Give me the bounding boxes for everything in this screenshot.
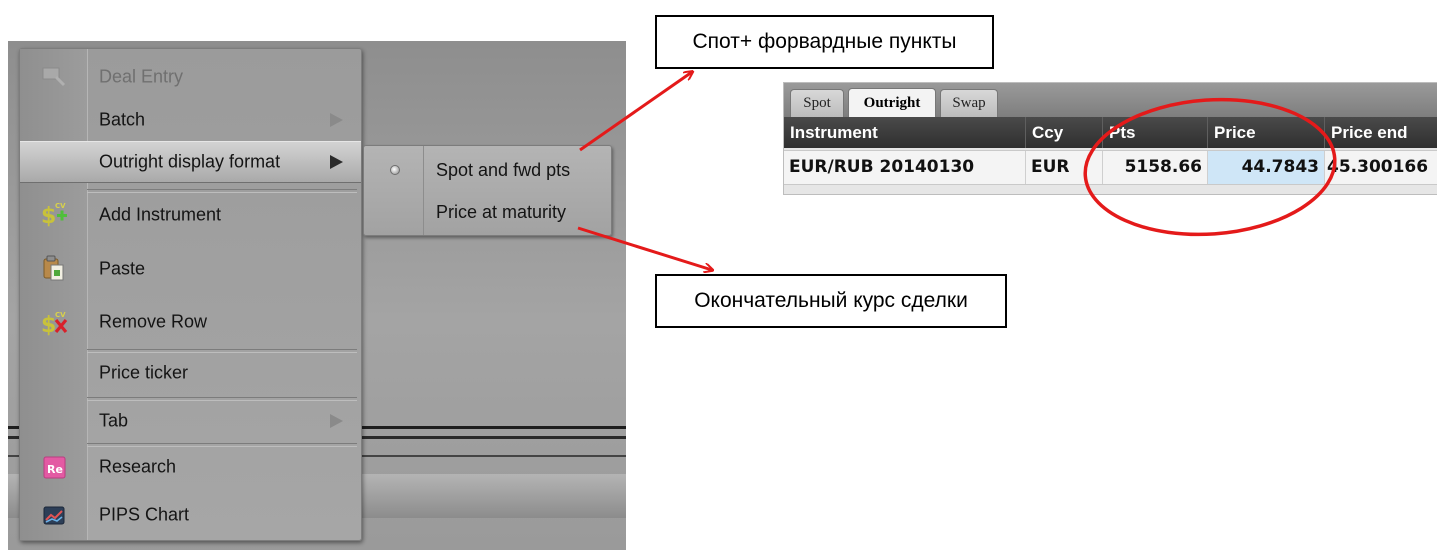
research-icon: Re bbox=[43, 456, 66, 479]
menu-item-label: Batch bbox=[99, 109, 146, 130]
cell-pts[interactable]: 5158.66 bbox=[1103, 151, 1208, 184]
outright-format-submenu: Spot and fwd pts Price at maturity bbox=[363, 145, 612, 236]
menu-item-paste[interactable]: Paste bbox=[20, 249, 361, 289]
menu-separator bbox=[87, 189, 357, 193]
menu-item-label: Deal Entry bbox=[99, 66, 184, 87]
svg-text:CV: CV bbox=[55, 202, 66, 210]
menu-item-price-ticker[interactable]: Price ticker bbox=[20, 353, 361, 393]
tab-spot[interactable]: Spot bbox=[790, 89, 844, 117]
menu-item-label: Price ticker bbox=[99, 362, 189, 383]
submenu-arrow-icon bbox=[330, 113, 343, 127]
menu-item-tab[interactable]: Tab bbox=[20, 401, 361, 441]
cell-price-end[interactable]: 45.300166 bbox=[1325, 151, 1437, 184]
pips-chart-icon bbox=[43, 506, 65, 525]
paste-icon bbox=[43, 255, 64, 281]
radio-selected-icon bbox=[390, 165, 400, 175]
column-header-ccy[interactable]: Ccy bbox=[1026, 117, 1103, 148]
submenu-item-price-at-maturity[interactable]: Price at maturity bbox=[436, 202, 566, 223]
menu-item-add-instrument[interactable]: $ CV Add Instrument bbox=[20, 195, 361, 235]
menu-item-deal-entry: Deal Entry bbox=[20, 57, 361, 97]
callout-spot-fwd-points: Спот+ форвардные пункты bbox=[655, 15, 994, 69]
submenu-gutter bbox=[364, 146, 424, 235]
menu-item-label: PIPS Chart bbox=[99, 504, 190, 525]
menu-item-research[interactable]: Re Research bbox=[20, 447, 361, 487]
menu-item-label: Add Instrument bbox=[99, 204, 222, 225]
column-header-pts[interactable]: Pts bbox=[1103, 117, 1208, 148]
outright-grid-panel: Spot Outright Swap Instrument Ccy Pts Pr… bbox=[783, 82, 1437, 195]
menu-item-outright-display-format[interactable]: Outright display format bbox=[20, 141, 361, 183]
deal-entry-icon bbox=[42, 67, 66, 87]
grid-header: Instrument Ccy Pts Price Price end bbox=[784, 117, 1437, 148]
submenu-arrow-icon bbox=[330, 155, 343, 169]
svg-text:CV: CV bbox=[55, 311, 66, 319]
cell-ccy[interactable]: EUR bbox=[1026, 151, 1103, 184]
remove-row-icon: $ CV bbox=[41, 311, 68, 336]
cell-price[interactable]: 44.7843 bbox=[1208, 151, 1325, 184]
tab-bar: Spot Outright Swap bbox=[784, 83, 1437, 117]
callout-final-deal-rate: Окончательный курс сделки bbox=[655, 274, 1007, 328]
context-menu: Deal Entry Batch Outright display format… bbox=[19, 48, 362, 541]
table-row[interactable]: EUR/RUB 20140130 EUR 5158.66 44.7843 45.… bbox=[784, 150, 1437, 185]
submenu-arrow-icon bbox=[330, 414, 343, 428]
menu-item-batch[interactable]: Batch bbox=[20, 100, 361, 140]
menu-item-remove-row[interactable]: $ CV Remove Row bbox=[20, 302, 361, 342]
submenu-item-spot-and-fwd-pts[interactable]: Spot and fwd pts bbox=[436, 160, 570, 181]
add-instrument-icon: $ CV bbox=[41, 202, 67, 227]
menu-item-label: Outright display format bbox=[99, 151, 281, 172]
cell-instrument[interactable]: EUR/RUB 20140130 bbox=[784, 151, 1026, 184]
column-header-price[interactable]: Price bbox=[1208, 117, 1325, 148]
menu-item-label: Remove Row bbox=[99, 311, 208, 332]
tab-outright[interactable]: Outright bbox=[848, 88, 936, 117]
menu-item-label: Research bbox=[99, 456, 177, 477]
menu-item-pips-chart[interactable]: PIPS Chart bbox=[20, 495, 361, 535]
menu-item-label: Tab bbox=[99, 410, 129, 431]
menu-item-label: Paste bbox=[99, 258, 146, 279]
tab-swap[interactable]: Swap bbox=[940, 89, 998, 117]
column-header-price-end[interactable]: Price end bbox=[1325, 117, 1437, 148]
column-header-instrument[interactable]: Instrument bbox=[784, 117, 1026, 148]
svg-text:Re: Re bbox=[47, 463, 63, 476]
